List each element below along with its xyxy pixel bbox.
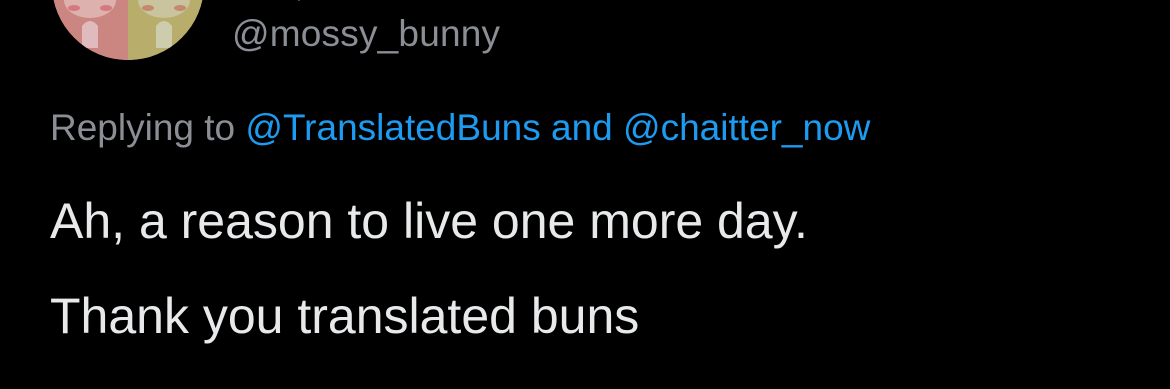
replying-to-joiner: and	[540, 107, 624, 148]
tweet-text-line-2: Thank you translated buns	[50, 288, 640, 344]
avatar-illustration	[52, 0, 204, 60]
tweet: @mossy_bunny Replying to @TranslatedBuns…	[0, 0, 1170, 389]
mention-link-chaitter-now[interactable]: @chaitter_now	[623, 107, 870, 148]
display-name-fragment	[297, 0, 300, 2]
mention-link-translatedbuns[interactable]: @TranslatedBuns	[245, 107, 540, 148]
replying-to-line: Replying to @TranslatedBuns and @chaitte…	[50, 106, 870, 150]
avatar[interactable]	[52, 0, 204, 60]
replying-to-label: Replying to	[50, 107, 246, 148]
user-handle[interactable]: @mossy_bunny	[232, 12, 500, 56]
tweet-text-line-1: Ah, a reason to live one more day.	[50, 193, 808, 249]
